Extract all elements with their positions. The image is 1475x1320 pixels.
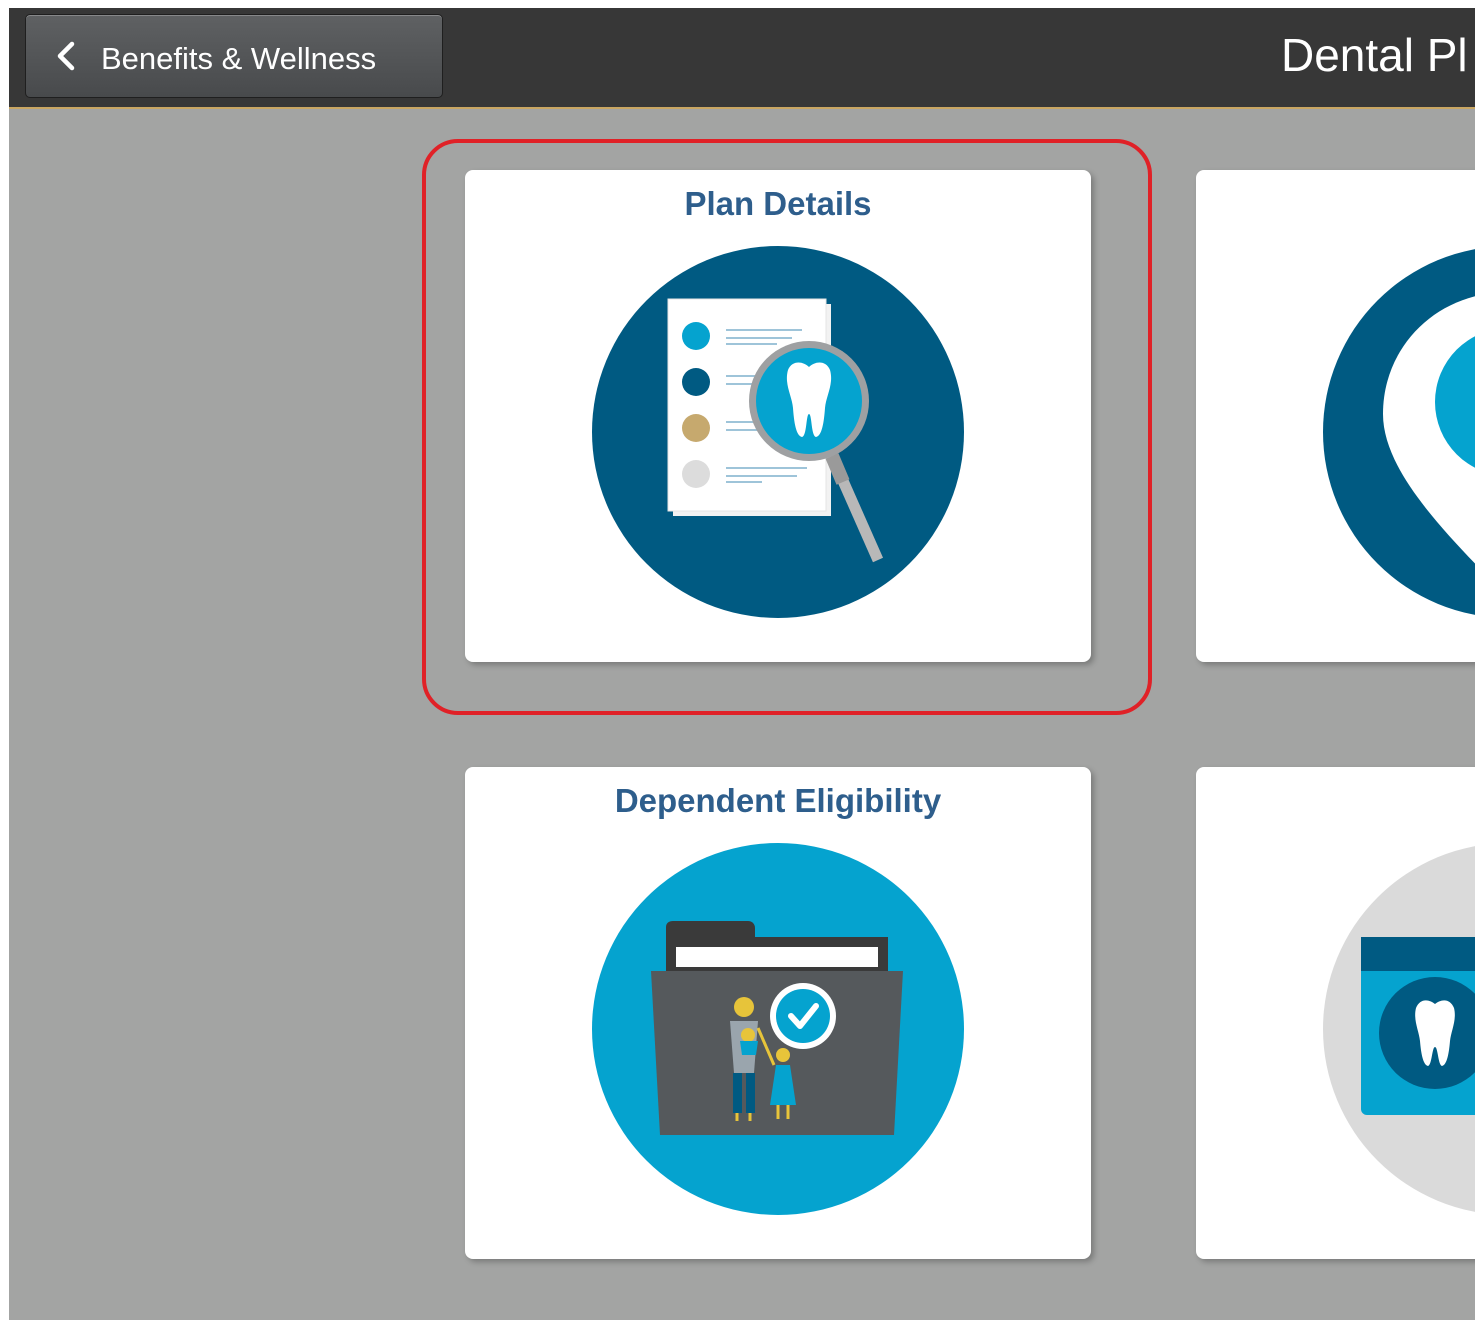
- tile-id-card[interactable]: ID: [1196, 767, 1475, 1259]
- find-location-icon: [1323, 249, 1475, 615]
- tile-plan-details[interactable]: Plan Details: [465, 170, 1091, 662]
- id-card-icon: [1323, 846, 1475, 1212]
- tile-find[interactable]: Find: [1196, 170, 1475, 662]
- tile-title: Dependent Eligibility: [614, 782, 942, 819]
- tile-title: ID: [1196, 782, 1475, 820]
- chevron-left-icon: [57, 41, 75, 71]
- tile-title: Find: [1196, 185, 1475, 223]
- tile-title: Plan Details: [684, 185, 872, 222]
- back-button-label: Benefits & Wellness: [101, 41, 377, 76]
- page-title: Dental Pl: [1281, 29, 1468, 81]
- dependent-eligibility-icon: [592, 843, 964, 1215]
- plan-details-icon: [592, 246, 964, 618]
- tile-dependent-eligibility[interactable]: Dependent Eligibility: [465, 767, 1091, 1259]
- app-frame: Benefits & Wellness Dental Pl Plan Detai…: [9, 8, 1475, 1320]
- back-button[interactable]: Benefits & Wellness: [25, 14, 443, 98]
- top-banner: Benefits & Wellness Dental Pl: [9, 8, 1475, 109]
